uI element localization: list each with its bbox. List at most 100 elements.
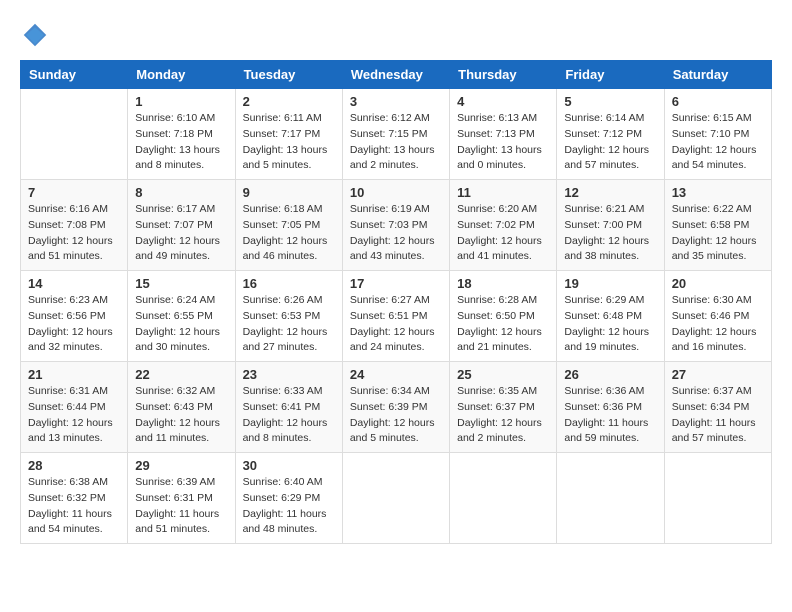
sunset-text: Sunset: 6:32 PM bbox=[28, 492, 106, 504]
sunset-text: Sunset: 7:03 PM bbox=[350, 219, 428, 231]
day-number: 27 bbox=[672, 367, 764, 382]
daylight-text: Daylight: 11 hours and 51 minutes. bbox=[135, 508, 219, 536]
daylight-text: Daylight: 12 hours and 8 minutes. bbox=[243, 417, 328, 445]
calendar-cell: 8 Sunrise: 6:17 AM Sunset: 7:07 PM Dayli… bbox=[128, 180, 235, 271]
calendar-cell: 12 Sunrise: 6:21 AM Sunset: 7:00 PM Dayl… bbox=[557, 180, 664, 271]
day-info: Sunrise: 6:37 AM Sunset: 6:34 PM Dayligh… bbox=[672, 384, 764, 447]
sunrise-text: Sunrise: 6:38 AM bbox=[28, 476, 108, 488]
day-header-sunday: Sunday bbox=[21, 61, 128, 89]
sunrise-text: Sunrise: 6:15 AM bbox=[672, 112, 752, 124]
sunset-text: Sunset: 6:46 PM bbox=[672, 310, 750, 322]
day-number: 4 bbox=[457, 94, 549, 109]
calendar-cell: 6 Sunrise: 6:15 AM Sunset: 7:10 PM Dayli… bbox=[664, 89, 771, 180]
day-info: Sunrise: 6:12 AM Sunset: 7:15 PM Dayligh… bbox=[350, 111, 442, 174]
sunrise-text: Sunrise: 6:17 AM bbox=[135, 203, 215, 215]
calendar-cell: 19 Sunrise: 6:29 AM Sunset: 6:48 PM Dayl… bbox=[557, 271, 664, 362]
sunrise-text: Sunrise: 6:22 AM bbox=[672, 203, 752, 215]
day-info: Sunrise: 6:19 AM Sunset: 7:03 PM Dayligh… bbox=[350, 202, 442, 265]
calendar-cell: 21 Sunrise: 6:31 AM Sunset: 6:44 PM Dayl… bbox=[21, 362, 128, 453]
calendar-cell: 11 Sunrise: 6:20 AM Sunset: 7:02 PM Dayl… bbox=[450, 180, 557, 271]
calendar-cell: 9 Sunrise: 6:18 AM Sunset: 7:05 PM Dayli… bbox=[235, 180, 342, 271]
daylight-text: Daylight: 11 hours and 54 minutes. bbox=[28, 508, 112, 536]
sunset-text: Sunset: 7:05 PM bbox=[243, 219, 321, 231]
daylight-text: Daylight: 11 hours and 57 minutes. bbox=[672, 417, 756, 445]
calendar-cell: 30 Sunrise: 6:40 AM Sunset: 6:29 PM Dayl… bbox=[235, 453, 342, 544]
sunset-text: Sunset: 7:00 PM bbox=[564, 219, 642, 231]
daylight-text: Daylight: 12 hours and 19 minutes. bbox=[564, 326, 649, 354]
daylight-text: Daylight: 12 hours and 57 minutes. bbox=[564, 144, 649, 172]
calendar-week-row: 21 Sunrise: 6:31 AM Sunset: 6:44 PM Dayl… bbox=[21, 362, 772, 453]
day-info: Sunrise: 6:18 AM Sunset: 7:05 PM Dayligh… bbox=[243, 202, 335, 265]
day-number: 21 bbox=[28, 367, 120, 382]
day-header-monday: Monday bbox=[128, 61, 235, 89]
day-info: Sunrise: 6:14 AM Sunset: 7:12 PM Dayligh… bbox=[564, 111, 656, 174]
sunrise-text: Sunrise: 6:16 AM bbox=[28, 203, 108, 215]
day-number: 8 bbox=[135, 185, 227, 200]
day-number: 2 bbox=[243, 94, 335, 109]
sunset-text: Sunset: 6:31 PM bbox=[135, 492, 213, 504]
day-info: Sunrise: 6:39 AM Sunset: 6:31 PM Dayligh… bbox=[135, 475, 227, 538]
day-number: 23 bbox=[243, 367, 335, 382]
sunset-text: Sunset: 7:02 PM bbox=[457, 219, 535, 231]
sunset-text: Sunset: 6:48 PM bbox=[564, 310, 642, 322]
sunrise-text: Sunrise: 6:13 AM bbox=[457, 112, 537, 124]
calendar-week-row: 1 Sunrise: 6:10 AM Sunset: 7:18 PM Dayli… bbox=[21, 89, 772, 180]
sunset-text: Sunset: 6:37 PM bbox=[457, 401, 535, 413]
day-info: Sunrise: 6:15 AM Sunset: 7:10 PM Dayligh… bbox=[672, 111, 764, 174]
calendar-cell bbox=[557, 453, 664, 544]
daylight-text: Daylight: 12 hours and 32 minutes. bbox=[28, 326, 113, 354]
daylight-text: Daylight: 12 hours and 30 minutes. bbox=[135, 326, 220, 354]
day-info: Sunrise: 6:11 AM Sunset: 7:17 PM Dayligh… bbox=[243, 111, 335, 174]
sunset-text: Sunset: 6:34 PM bbox=[672, 401, 750, 413]
sunset-text: Sunset: 7:10 PM bbox=[672, 128, 750, 140]
day-number: 6 bbox=[672, 94, 764, 109]
sunset-text: Sunset: 6:29 PM bbox=[243, 492, 321, 504]
sunrise-text: Sunrise: 6:40 AM bbox=[243, 476, 323, 488]
daylight-text: Daylight: 12 hours and 54 minutes. bbox=[672, 144, 757, 172]
logo bbox=[20, 20, 54, 50]
sunrise-text: Sunrise: 6:37 AM bbox=[672, 385, 752, 397]
calendar-cell: 7 Sunrise: 6:16 AM Sunset: 7:08 PM Dayli… bbox=[21, 180, 128, 271]
day-number: 18 bbox=[457, 276, 549, 291]
day-number: 5 bbox=[564, 94, 656, 109]
day-info: Sunrise: 6:38 AM Sunset: 6:32 PM Dayligh… bbox=[28, 475, 120, 538]
day-header-tuesday: Tuesday bbox=[235, 61, 342, 89]
daylight-text: Daylight: 12 hours and 16 minutes. bbox=[672, 326, 757, 354]
day-number: 1 bbox=[135, 94, 227, 109]
day-header-friday: Friday bbox=[557, 61, 664, 89]
day-info: Sunrise: 6:13 AM Sunset: 7:13 PM Dayligh… bbox=[457, 111, 549, 174]
calendar-week-row: 7 Sunrise: 6:16 AM Sunset: 7:08 PM Dayli… bbox=[21, 180, 772, 271]
day-info: Sunrise: 6:31 AM Sunset: 6:44 PM Dayligh… bbox=[28, 384, 120, 447]
sunrise-text: Sunrise: 6:32 AM bbox=[135, 385, 215, 397]
sunrise-text: Sunrise: 6:29 AM bbox=[564, 294, 644, 306]
sunrise-text: Sunrise: 6:20 AM bbox=[457, 203, 537, 215]
daylight-text: Daylight: 12 hours and 51 minutes. bbox=[28, 235, 113, 263]
sunrise-text: Sunrise: 6:35 AM bbox=[457, 385, 537, 397]
daylight-text: Daylight: 12 hours and 24 minutes. bbox=[350, 326, 435, 354]
sunset-text: Sunset: 6:43 PM bbox=[135, 401, 213, 413]
sunset-text: Sunset: 7:13 PM bbox=[457, 128, 535, 140]
sunset-text: Sunset: 6:51 PM bbox=[350, 310, 428, 322]
sunset-text: Sunset: 7:07 PM bbox=[135, 219, 213, 231]
daylight-text: Daylight: 11 hours and 59 minutes. bbox=[564, 417, 648, 445]
sunrise-text: Sunrise: 6:27 AM bbox=[350, 294, 430, 306]
daylight-text: Daylight: 12 hours and 38 minutes. bbox=[564, 235, 649, 263]
page-header bbox=[20, 20, 772, 50]
sunrise-text: Sunrise: 6:10 AM bbox=[135, 112, 215, 124]
day-number: 28 bbox=[28, 458, 120, 473]
day-number: 20 bbox=[672, 276, 764, 291]
day-number: 29 bbox=[135, 458, 227, 473]
sunset-text: Sunset: 6:58 PM bbox=[672, 219, 750, 231]
sunrise-text: Sunrise: 6:39 AM bbox=[135, 476, 215, 488]
daylight-text: Daylight: 12 hours and 21 minutes. bbox=[457, 326, 542, 354]
calendar-cell bbox=[664, 453, 771, 544]
logo-icon bbox=[20, 20, 50, 50]
day-number: 24 bbox=[350, 367, 442, 382]
calendar-cell bbox=[450, 453, 557, 544]
calendar-cell: 4 Sunrise: 6:13 AM Sunset: 7:13 PM Dayli… bbox=[450, 89, 557, 180]
calendar-cell: 16 Sunrise: 6:26 AM Sunset: 6:53 PM Dayl… bbox=[235, 271, 342, 362]
daylight-text: Daylight: 12 hours and 43 minutes. bbox=[350, 235, 435, 263]
day-info: Sunrise: 6:36 AM Sunset: 6:36 PM Dayligh… bbox=[564, 384, 656, 447]
day-header-saturday: Saturday bbox=[664, 61, 771, 89]
day-info: Sunrise: 6:35 AM Sunset: 6:37 PM Dayligh… bbox=[457, 384, 549, 447]
